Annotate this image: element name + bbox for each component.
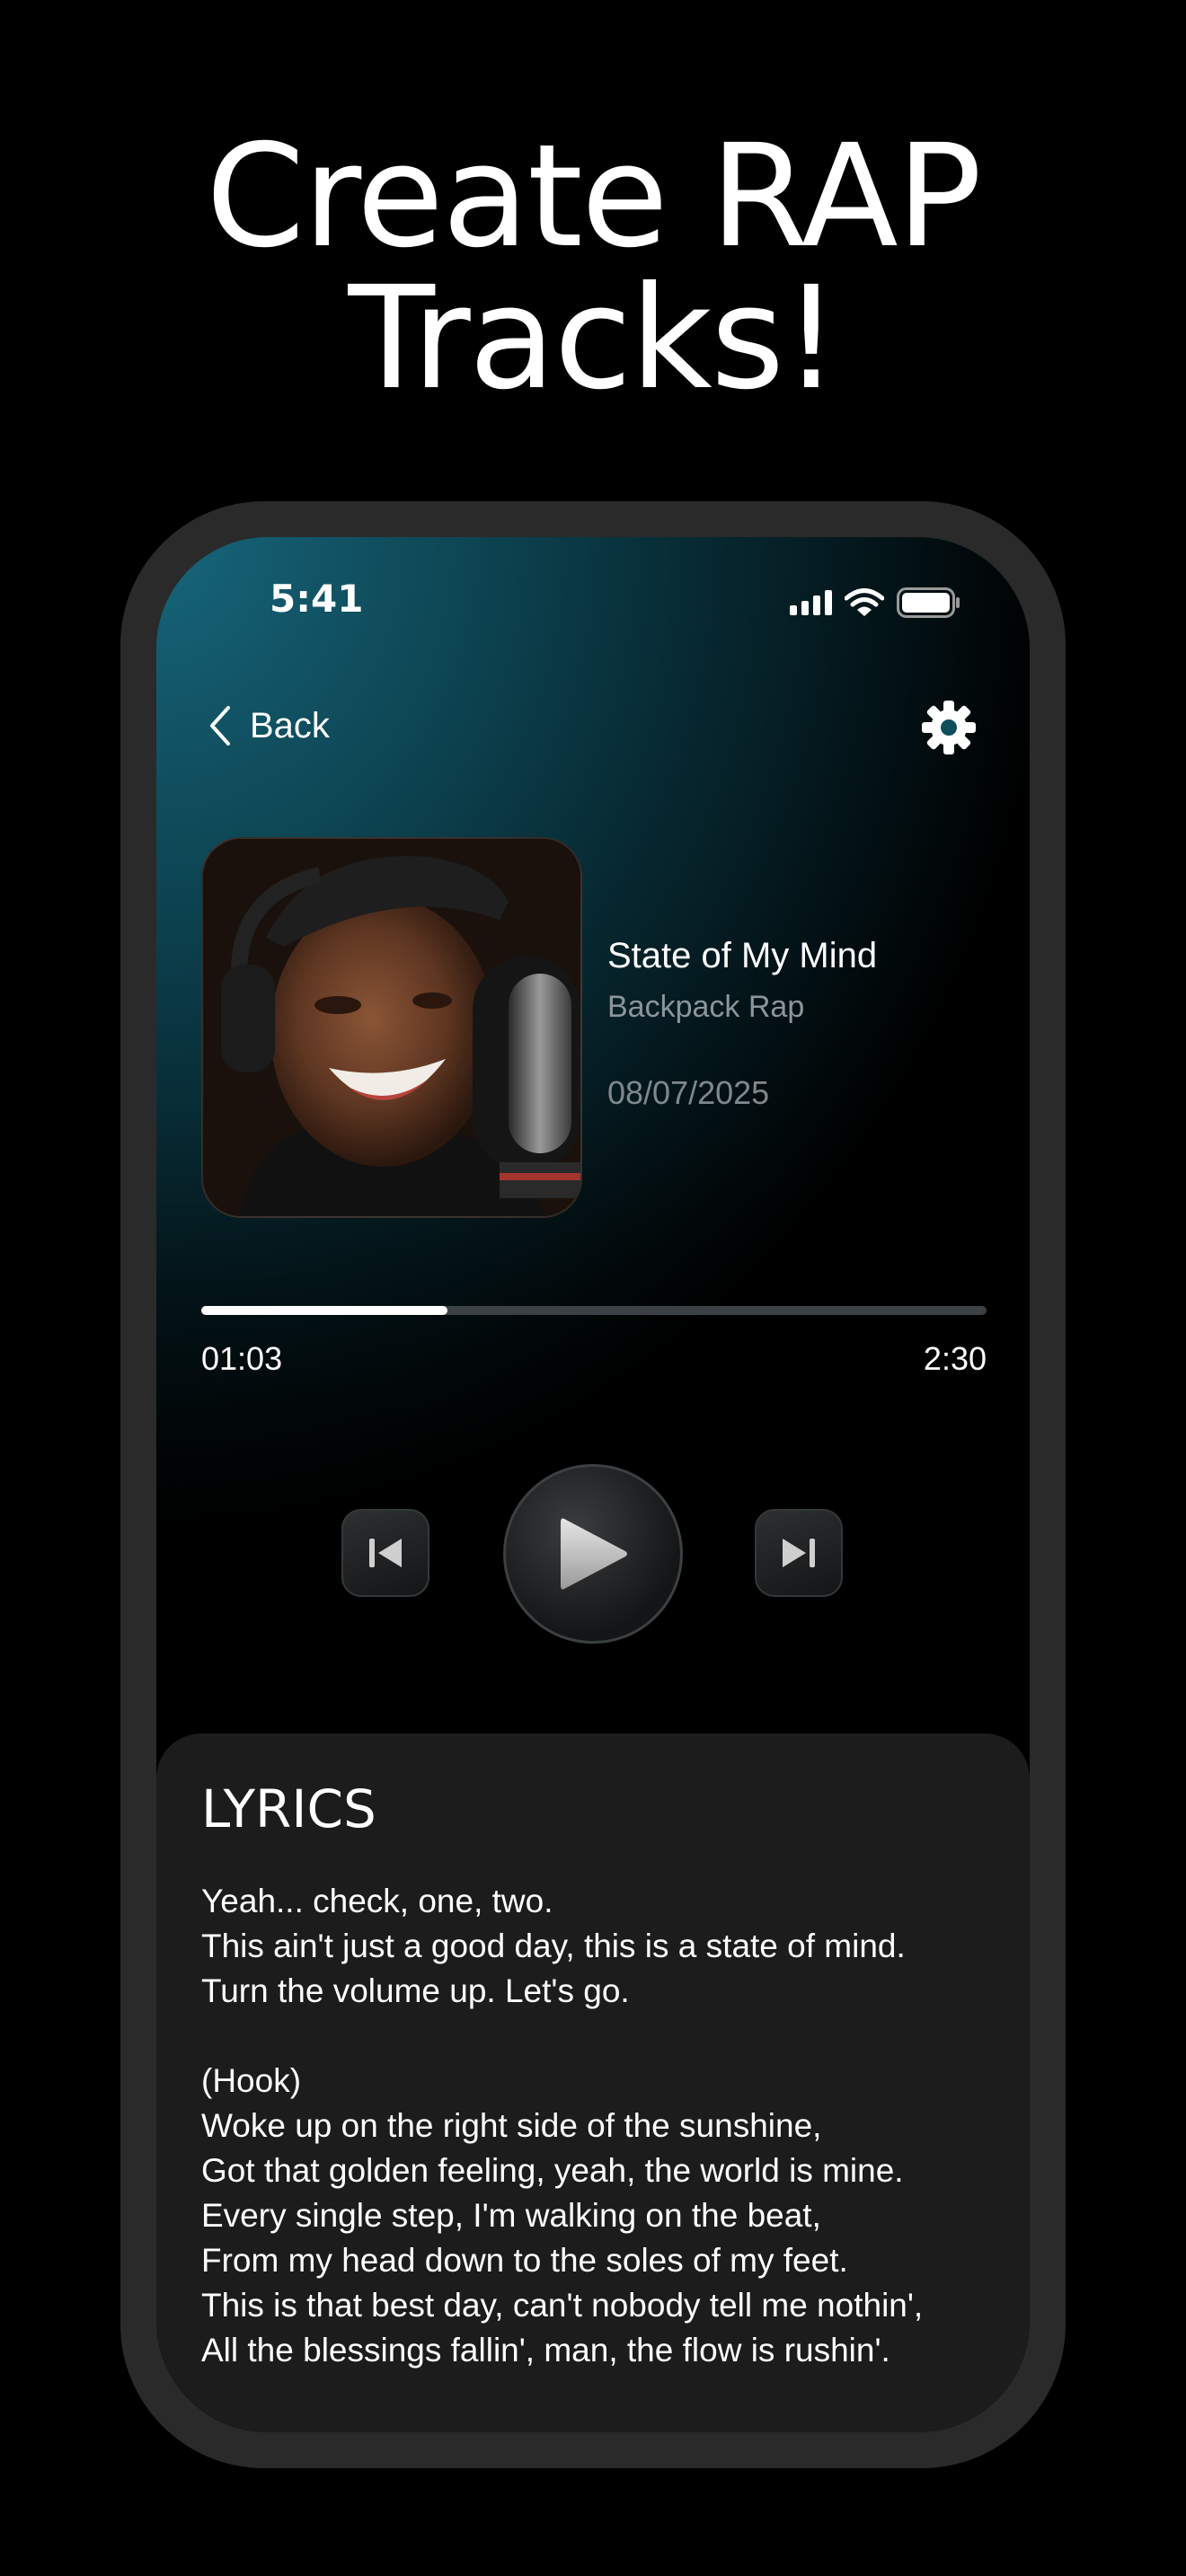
- promo-headline: Create RAP Tracks!: [0, 126, 1186, 410]
- lyrics-line: (Hook): [201, 2062, 302, 2099]
- lyrics-line: From my head down to the soles of my fee…: [201, 2242, 848, 2279]
- headline-line-1: Create RAP: [206, 114, 982, 279]
- battery-icon: [897, 587, 960, 618]
- track-title: State of My Mind: [607, 936, 878, 975]
- lyrics-panel[interactable]: LYRICS Yeah... check, one, two. This ain…: [156, 1734, 1030, 2432]
- current-time: 01:03: [201, 1340, 283, 1377]
- lyrics-title: LYRICS: [201, 1778, 376, 1839]
- lyrics-line: This is that best day, can't nobody tell…: [201, 2287, 924, 2324]
- cellular-signal-icon: [790, 590, 832, 615]
- album-cover-photo: [203, 839, 580, 1216]
- play-button[interactable]: [503, 1464, 683, 1644]
- lyrics-line: [201, 2014, 992, 2059]
- app-store-screenshot: Create RAP Tracks! 5:41 Back State of My…: [0, 0, 1186, 2576]
- back-button[interactable]: Back: [208, 699, 330, 753]
- lyrics-line: Woke up on the right side of the sunshin…: [201, 2107, 822, 2144]
- previous-button[interactable]: [341, 1509, 429, 1597]
- lyrics-line: Every single step, I'm walking on the be…: [201, 2197, 821, 2234]
- progress-fill: [201, 1306, 447, 1315]
- next-button[interactable]: [755, 1509, 843, 1597]
- progress-bar[interactable]: [201, 1306, 987, 1315]
- track-date: 08/07/2025: [607, 1074, 770, 1111]
- skip-next-icon: [783, 1539, 815, 1567]
- status-icons: [790, 587, 961, 618]
- lyrics-line: This ain't just a good day, this is a st…: [201, 1928, 906, 1964]
- chevron-left-icon: [210, 706, 230, 745]
- total-time: 2:30: [923, 1340, 987, 1377]
- status-time: 5:41: [270, 577, 364, 621]
- skip-previous-icon: [369, 1539, 402, 1567]
- lyrics-line: Yeah... check, one, two.: [201, 1883, 553, 1919]
- wifi-icon: [845, 588, 884, 616]
- track-genre: Backpack Rap: [607, 990, 805, 1024]
- album-cover: [201, 837, 582, 1218]
- lyrics-line: All the blessings fallin', man, the flow…: [201, 2332, 890, 2369]
- gear-icon[interactable]: [920, 699, 978, 756]
- lyrics-line: Turn the volume up. Let's go.: [201, 1972, 630, 2009]
- lyrics-line: Got that golden feeling, yeah, the world…: [201, 2152, 904, 2189]
- back-label: Back: [250, 705, 330, 745]
- lyrics-body: Yeah... check, one, two. This ain't just…: [201, 1879, 992, 2373]
- headline-line-2: Tracks!: [348, 256, 839, 421]
- play-icon: [561, 1518, 627, 1590]
- phone-screen: 5:41 Back State of My Mind Backpack Rap …: [156, 537, 1030, 2432]
